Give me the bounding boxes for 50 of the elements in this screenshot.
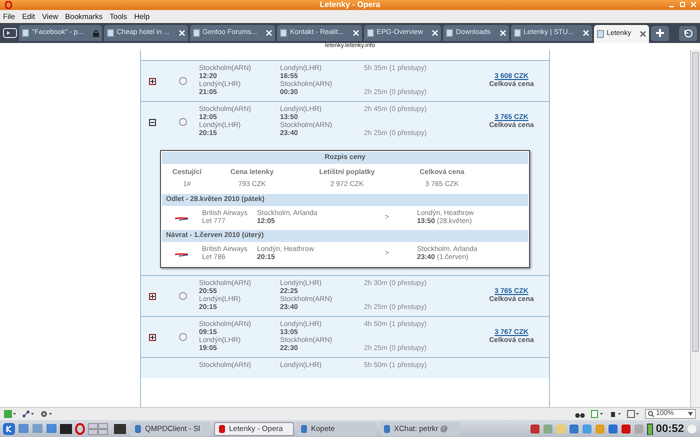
new-tab-button[interactable] bbox=[651, 26, 670, 40]
closed-tabs-button[interactable] bbox=[679, 26, 698, 40]
radio-button[interactable] bbox=[179, 292, 187, 300]
launcher-icon[interactable] bbox=[46, 423, 57, 434]
radio-button[interactable] bbox=[179, 118, 187, 126]
page-icon bbox=[514, 29, 521, 37]
page-icon bbox=[446, 29, 453, 37]
panel-toggle-icon[interactable] bbox=[3, 28, 17, 38]
opera-logo-icon bbox=[5, 1, 12, 9]
binoculars-icon[interactable] bbox=[575, 410, 585, 418]
k-menu-icon[interactable] bbox=[3, 422, 15, 434]
tray-icon[interactable] bbox=[608, 424, 618, 434]
app-icon bbox=[300, 424, 308, 432]
page-icon bbox=[106, 29, 114, 37]
undo-icon bbox=[684, 28, 693, 38]
swoosh-icon bbox=[175, 216, 189, 220]
window-icon[interactable] bbox=[627, 410, 639, 418]
expand-icon[interactable] bbox=[149, 292, 156, 300]
gear-icon[interactable] bbox=[40, 410, 52, 418]
app-icon bbox=[218, 424, 226, 432]
opera-icon[interactable] bbox=[75, 422, 85, 434]
scrollbar[interactable] bbox=[690, 50, 700, 407]
clock-time: 00:52 bbox=[656, 422, 684, 436]
page-icon bbox=[596, 30, 604, 38]
close-icon[interactable] bbox=[640, 31, 646, 37]
network-icon[interactable] bbox=[22, 410, 34, 418]
radio-button[interactable] bbox=[179, 77, 187, 85]
expand-icon[interactable] bbox=[149, 334, 156, 340]
page-icon bbox=[22, 29, 29, 37]
collapse-icon[interactable] bbox=[149, 118, 156, 126]
swoosh-icon bbox=[175, 252, 189, 256]
terminal-icon[interactable] bbox=[60, 424, 72, 434]
tray-icon[interactable] bbox=[568, 424, 579, 434]
battery-icon[interactable] bbox=[646, 422, 653, 434]
expand-icon[interactable] bbox=[149, 78, 156, 84]
plus-icon bbox=[656, 29, 664, 37]
radio-button[interactable] bbox=[179, 333, 187, 341]
app-icon bbox=[134, 424, 142, 432]
caret-icon bbox=[688, 412, 693, 416]
tray-icon[interactable] bbox=[620, 424, 631, 434]
desktop-pager-icon[interactable] bbox=[88, 422, 128, 434]
page-icon bbox=[192, 29, 200, 37]
page-icon bbox=[366, 29, 374, 37]
maximize-icon[interactable] bbox=[680, 2, 685, 8]
page-icon bbox=[280, 29, 287, 37]
page-icon[interactable] bbox=[591, 410, 603, 418]
search-icon bbox=[648, 411, 654, 417]
window-title: Letenky - Opera bbox=[320, 0, 380, 10]
app-icon bbox=[383, 424, 391, 432]
tray-icon[interactable] bbox=[530, 424, 540, 434]
